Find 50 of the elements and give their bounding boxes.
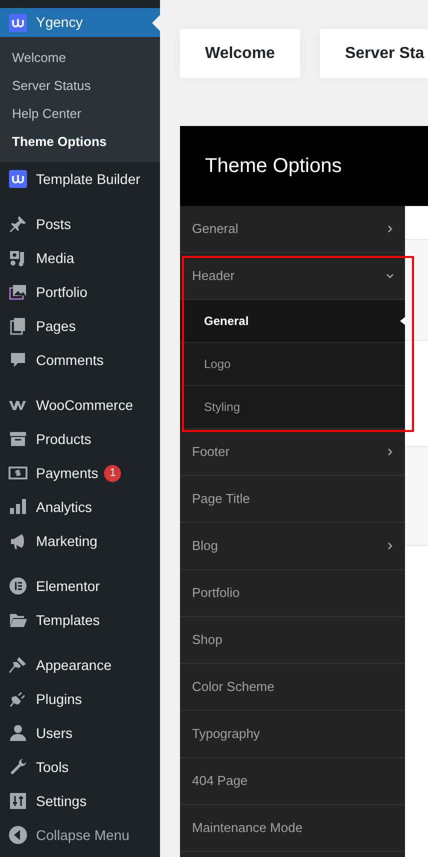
user-icon (8, 723, 28, 743)
menu-item[interactable]: Elementor (0, 569, 160, 603)
menu-item[interactable]: Appearance (0, 648, 160, 682)
options-submenu-item[interactable]: Styling (180, 386, 405, 429)
menu-item[interactable]: Users (0, 716, 160, 750)
bar-chart-icon (8, 497, 28, 517)
gallery-icon (8, 282, 28, 302)
submenu-item[interactable]: Help Center (0, 100, 160, 128)
menu-item[interactable]: Posts (0, 207, 160, 241)
menu-item[interactable]: Plugins (0, 682, 160, 716)
plug-icon (8, 689, 28, 709)
pin-icon (8, 214, 28, 234)
chevron-right-icon (385, 447, 395, 457)
menu-item[interactable]: Analytics (0, 490, 160, 524)
options-submenu-item[interactable]: General (180, 300, 405, 343)
menu-item[interactable]: Tools (0, 750, 160, 784)
submenu-item[interactable]: Welcome (0, 44, 160, 72)
pages-icon (8, 316, 28, 336)
notification-badge: 1 (104, 464, 122, 482)
menu-item[interactable]: Products (0, 422, 160, 456)
menu-item[interactable]: Settings (0, 784, 160, 818)
sliders-icon (8, 791, 28, 811)
menu-item[interactable]: Ygency (0, 8, 160, 37)
collapse-icon (8, 825, 28, 845)
wrench-icon (8, 757, 28, 777)
tab[interactable]: Welcome (180, 29, 300, 78)
logo-icon (8, 169, 28, 189)
chevron-down-icon (385, 271, 395, 281)
chevron-right-icon (385, 541, 395, 551)
collapse-menu-button[interactable]: Collapse Menu (0, 818, 160, 852)
menu-item[interactable]: Pages (0, 309, 160, 343)
speech-bubble-icon (8, 350, 28, 370)
tab[interactable]: Server Sta (320, 29, 428, 78)
chevron-right-icon (385, 224, 395, 234)
menu-item[interactable]: Media (0, 241, 160, 275)
e-circle-icon (8, 576, 28, 596)
menu-item[interactable]: Portfolio (0, 275, 160, 309)
archive-box-icon (8, 429, 28, 449)
menu-item[interactable]: WooCommerce (0, 388, 160, 422)
panel-title: Theme Options (205, 154, 342, 179)
logo-icon (8, 12, 28, 32)
menu-item[interactable]: Templates (0, 603, 160, 637)
menu-item[interactable]: Template Builder (0, 162, 160, 196)
menu-item[interactable]: Payments 1 (0, 456, 160, 490)
submenu-item[interactable]: Server Status (0, 72, 160, 100)
menu-item[interactable]: Comments (0, 343, 160, 377)
submenu-item[interactable]: Theme Options (0, 128, 160, 156)
menu-item[interactable]: Marketing (0, 524, 160, 558)
options-submenu-item[interactable]: Logo (180, 343, 405, 386)
paintbrush-icon (8, 655, 28, 675)
